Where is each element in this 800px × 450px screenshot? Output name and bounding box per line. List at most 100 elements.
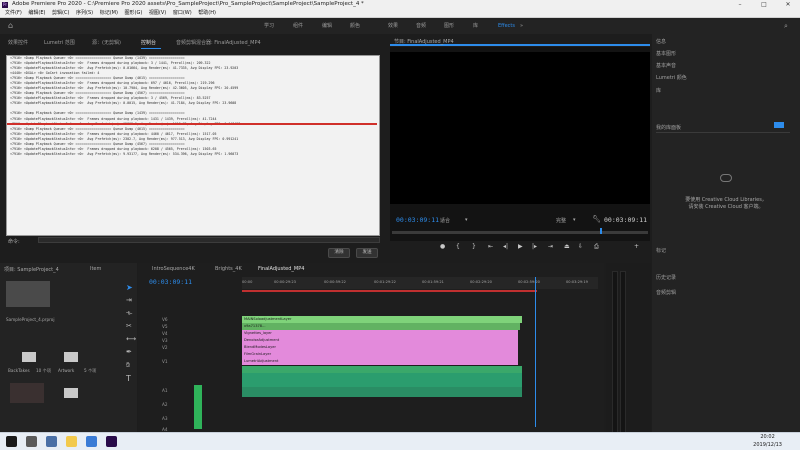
- edge-icon[interactable]: [86, 436, 97, 447]
- extract-icon[interactable]: ⇩: [578, 243, 583, 250]
- type-tool-icon[interactable]: T: [126, 374, 131, 383]
- workspace-learning[interactable]: 学习: [264, 18, 274, 34]
- razor-tool-icon[interactable]: ✂: [126, 322, 132, 330]
- console-command-input[interactable]: [38, 237, 380, 243]
- timeline-tab[interactable]: Brights_4K: [215, 266, 242, 272]
- step-forward-icon[interactable]: |▸: [532, 243, 537, 250]
- menu-marker[interactable]: 标记(M): [100, 9, 118, 18]
- timeline-tab[interactable]: IntroSequence4K: [152, 266, 195, 272]
- close-window-button[interactable]: ✕: [776, 0, 800, 9]
- mark-out-icon[interactable]: }: [472, 243, 476, 250]
- send-button[interactable]: 发送: [356, 248, 378, 258]
- wrench-icon[interactable]: 🔧︎: [592, 215, 601, 223]
- workspace-editing[interactable]: 编辑: [322, 18, 332, 34]
- clear-button[interactable]: 清除: [328, 248, 350, 258]
- audio-track-mute-toggles[interactable]: [194, 385, 202, 429]
- selection-tool-icon[interactable]: ➤: [126, 283, 133, 292]
- program-current-timecode[interactable]: 00:03:09:11: [396, 216, 439, 224]
- clip-a1-audio[interactable]: [242, 373, 522, 387]
- home-icon[interactable]: ⌂: [8, 18, 13, 34]
- timeline-tab-active[interactable]: FinalAdjusted_MP4: [258, 266, 304, 272]
- workspace-color[interactable]: 颜色: [350, 18, 360, 34]
- workspace-graphics[interactable]: 图形: [444, 18, 454, 34]
- clip-v1-video[interactable]: [242, 366, 522, 373]
- panel-audio-clip[interactable]: 音频剪辑: [656, 289, 676, 296]
- folder-icon[interactable]: [22, 352, 36, 362]
- clip-v1a[interactable]: FilmGrainLayer: [242, 351, 518, 358]
- cloud-sync-icon[interactable]: [774, 122, 784, 128]
- fit-dropdown[interactable]: 适合: [440, 217, 450, 224]
- clip-v2[interactable]: BlendModesLayer: [242, 344, 518, 351]
- timeline-timecode[interactable]: 00:03:09:11: [149, 278, 192, 286]
- clip-v4[interactable]: Vignettes_layer: [242, 330, 518, 337]
- clip-v1b[interactable]: LumetriAdjustment: [242, 358, 518, 365]
- library-select[interactable]: 我的库面板: [656, 124, 681, 131]
- start-icon[interactable]: [6, 436, 17, 447]
- tab-lumetri-scopes[interactable]: Lumetri 范围: [44, 36, 75, 50]
- menu-graphics[interactable]: 图形(G): [125, 9, 143, 18]
- taskbar-clock[interactable]: 20:02 2019/12/13: [753, 434, 782, 449]
- pen-tool-icon[interactable]: ✒: [126, 348, 132, 356]
- task-view-icon[interactable]: [46, 436, 57, 447]
- chevron-down-icon[interactable]: ▾: [465, 217, 468, 223]
- file-explorer-icon[interactable]: [66, 436, 77, 447]
- tab-item[interactable]: Item: [90, 266, 101, 272]
- menu-file[interactable]: 文件(F): [5, 9, 22, 18]
- panel-lumetri-color[interactable]: Lumetri 颜色: [656, 74, 687, 81]
- marker-icon[interactable]: ●: [440, 243, 445, 250]
- program-playhead[interactable]: [600, 228, 602, 234]
- program-video-frame[interactable]: [390, 52, 650, 204]
- panel-essential-graphics[interactable]: 基本图形: [656, 50, 676, 57]
- tab-audio-clip-mixer[interactable]: 音频剪辑混合器: FinalAdjusted_MP4: [176, 36, 261, 50]
- play-icon[interactable]: ▶: [518, 243, 523, 250]
- workspace-overflow-icon[interactable]: »: [520, 18, 523, 34]
- chevron-down-icon[interactable]: ▾: [573, 217, 576, 223]
- maximize-button[interactable]: □: [752, 0, 776, 9]
- panel-history[interactable]: 历史记录: [656, 274, 676, 281]
- minimize-button[interactable]: –: [728, 0, 752, 9]
- track-select-icon[interactable]: ⇥: [126, 296, 132, 304]
- clip-thumbnail[interactable]: [10, 383, 44, 403]
- panel-info[interactable]: 信息: [656, 38, 666, 45]
- panel-libraries[interactable]: 库: [656, 87, 661, 94]
- tab-project[interactable]: 项目: SampleProject_4: [4, 266, 59, 273]
- search-icon[interactable]: ⌕: [784, 18, 788, 34]
- search-icon[interactable]: [26, 436, 37, 447]
- lift-icon[interactable]: ⏏: [564, 243, 570, 250]
- slip-tool-icon[interactable]: ⟷: [126, 335, 136, 343]
- panel-essential-sound[interactable]: 基本声音: [656, 62, 676, 69]
- menu-edit[interactable]: 编辑(E): [28, 9, 45, 18]
- menu-clip[interactable]: 剪辑(C): [52, 9, 69, 18]
- export-frame-icon[interactable]: ⎙: [594, 243, 599, 251]
- folder-icon[interactable]: [64, 388, 78, 398]
- premiere-taskbar-icon[interactable]: [106, 436, 117, 447]
- workspace-assembly[interactable]: 组件: [293, 18, 303, 34]
- tab-source[interactable]: 源：(无剪辑): [92, 36, 121, 50]
- folder-icon[interactable]: [64, 352, 78, 362]
- step-back-icon[interactable]: ◂|: [503, 243, 508, 250]
- clip-v5[interactable]: x9a71378...: [242, 323, 520, 330]
- clip-v6[interactable]: MAINSoloadjustmentLayer: [242, 316, 522, 323]
- tab-program-monitor[interactable]: 节目: FinalAdjusted_MP4: [394, 38, 454, 45]
- go-to-in-icon[interactable]: ⇤: [488, 243, 493, 250]
- add-button-icon[interactable]: +: [634, 243, 639, 250]
- workspace-audio[interactable]: 音频: [416, 18, 426, 34]
- panel-markers[interactable]: 标记: [656, 247, 666, 254]
- menu-view[interactable]: 视图(V): [149, 9, 166, 18]
- workspace-effects-cn[interactable]: 效果: [388, 18, 398, 34]
- ripple-edit-icon[interactable]: ⟛: [126, 309, 132, 318]
- menu-help[interactable]: 帮助(H): [198, 9, 216, 18]
- menu-sequence[interactable]: 序列(S): [76, 9, 93, 18]
- program-scrub-bar[interactable]: [392, 231, 648, 234]
- quality-dropdown[interactable]: 完整: [556, 217, 566, 224]
- workspace-libraries[interactable]: 库: [473, 18, 478, 34]
- timeline-playhead[interactable]: [535, 277, 536, 427]
- go-to-out-icon[interactable]: ⇥: [548, 243, 553, 250]
- clip-v3[interactable]: DenoiseAdjustment: [242, 337, 518, 344]
- menu-window[interactable]: 窗口(W): [173, 9, 192, 18]
- clip-a2-audio[interactable]: [242, 387, 522, 397]
- workspace-effects[interactable]: Effects: [498, 18, 515, 34]
- hand-tool-icon[interactable]: ✋︎: [126, 361, 130, 370]
- mark-in-icon[interactable]: {: [456, 243, 460, 250]
- timeline-ruler[interactable]: 00:00 00:00:29:23 00:00:59:22 00:01:29:2…: [242, 277, 598, 289]
